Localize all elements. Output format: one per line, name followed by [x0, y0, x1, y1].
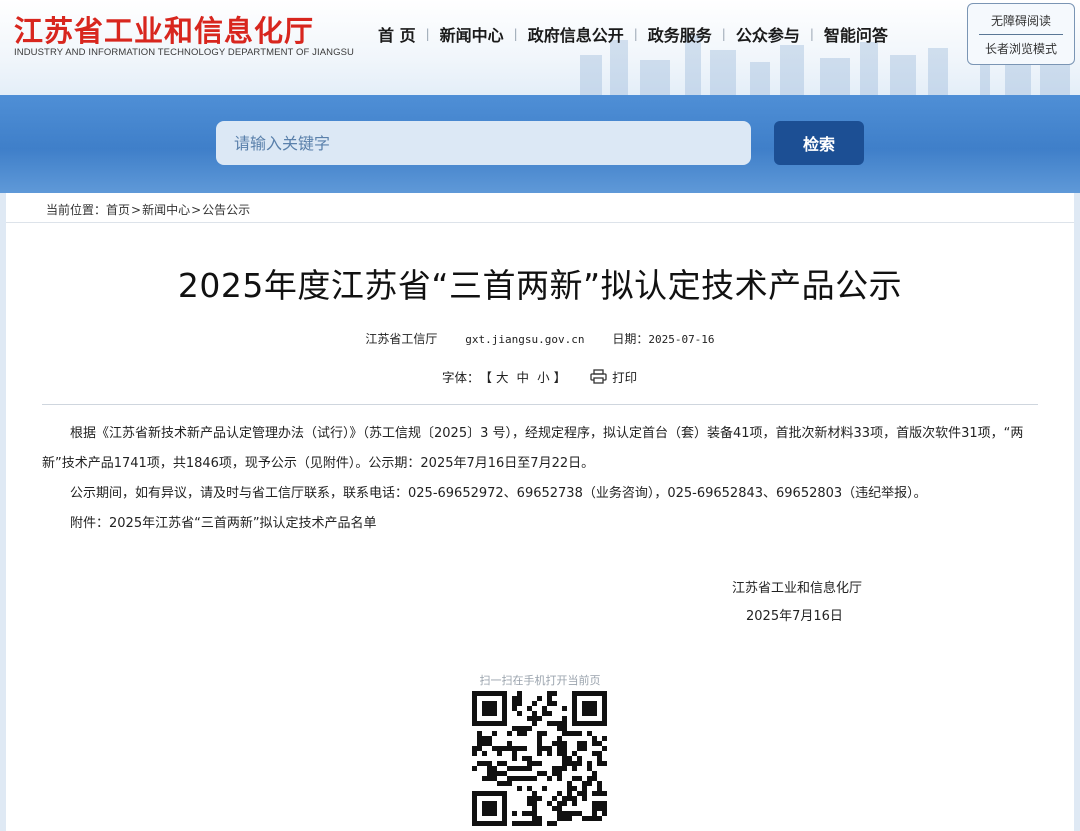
font-size-medium[interactable]: 中: [517, 367, 530, 386]
printer-icon: [590, 369, 607, 384]
breadcrumb-news-center[interactable]: 新闻中心: [142, 201, 190, 218]
qr-label: 扫一扫在手机打开当前页: [479, 674, 601, 687]
breadcrumb-label: 当前位置：: [46, 203, 107, 217]
meta-divider: [42, 404, 1038, 405]
font-size-bracket-open: 【: [479, 370, 493, 385]
font-size-controls: 字体： 【 大 中 小 】 打印: [442, 367, 637, 386]
article-paragraph: 公示期间，如有异议，请及时与省工信厅联系，联系电话：025-69652972、6…: [70, 486, 927, 501]
accessibility-divider: [979, 33, 1063, 35]
signature-date: 2025年7月16日: [746, 609, 843, 624]
nav-gov-services[interactable]: 政务服务: [638, 22, 722, 46]
barrier-free-reading-button[interactable]: 无障碍阅读: [991, 9, 1051, 32]
breadcrumb-home[interactable]: 首页: [106, 201, 130, 218]
search-input[interactable]: [216, 121, 751, 165]
article-source: 江苏省工信厅: [365, 332, 438, 346]
article-site: gxt.jiangsu.gov.cn: [465, 333, 585, 346]
breadcrumb-divider: [6, 222, 1074, 223]
nav-gov-info[interactable]: 政府信息公开: [518, 22, 634, 46]
font-size-small[interactable]: 小: [537, 367, 550, 386]
nav-home[interactable]: 首 页: [368, 22, 426, 46]
accessibility-panel: 无障碍阅读 长者浏览模式: [967, 3, 1075, 65]
breadcrumb: 当前位置： 首页 > 新闻中心 > 公告公示: [46, 201, 250, 218]
nav-news-center[interactable]: 新闻中心: [430, 22, 514, 46]
nav-smart-qa[interactable]: 智能问答: [814, 22, 898, 46]
breadcrumb-separator: >: [191, 202, 202, 217]
qr-code-icon: [472, 691, 607, 826]
article-panel: 当前位置： 首页 > 新闻中心 > 公告公示 2025年度江苏省“三首两新”拟认…: [6, 193, 1074, 831]
breadcrumb-separator: >: [131, 202, 142, 217]
breadcrumb-announcements[interactable]: 公告公示: [202, 201, 250, 218]
article-attachment-link[interactable]: 附件：2025年江苏省“三首两新”拟认定技术产品名单: [42, 509, 1042, 539]
article-body: 根据《江苏省新技术新产品认定管理办法（试行）》（苏工信规〔2025〕3 号），经…: [42, 419, 1042, 539]
site-logo-cn[interactable]: 江苏省工业和信息化厅: [14, 8, 314, 50]
signature-org: 江苏省工业和信息化厅: [732, 581, 863, 596]
article-paragraph: 根据《江苏省新技术新产品认定管理办法（试行）》（苏工信规〔2025〕3 号），经…: [42, 426, 1024, 471]
site-header: 江苏省工业和信息化厅 INDUSTRY AND INFORMATION TECH…: [0, 0, 1080, 95]
font-size-bracket-close: 】: [553, 370, 567, 385]
search-button[interactable]: 检索: [774, 121, 864, 165]
nav-public-participation[interactable]: 公众参与: [726, 22, 810, 46]
font-size-label: 字体：: [442, 370, 480, 385]
print-button[interactable]: 打印: [590, 367, 637, 386]
article-title: 2025年度江苏省“三首两新”拟认定技术产品公示: [177, 266, 903, 305]
article-date: 2025-07-16: [648, 333, 715, 346]
site-logo-en: INDUSTRY AND INFORMATION TECHNOLOGY DEPA…: [14, 47, 355, 58]
main-nav: 首 页 | 新闻中心 | 政府信息公开 | 政务服务 | 公众参与 | 智能问答: [368, 22, 898, 46]
font-size-large[interactable]: 大: [496, 367, 509, 386]
print-label: 打印: [612, 370, 638, 385]
article-date-label: 日期：: [612, 332, 649, 346]
article-date-wrap: 日期：2025-07-16: [612, 332, 714, 346]
article-meta: 江苏省工信厅 gxt.jiangsu.gov.cn 日期：2025-07-16: [6, 330, 1074, 347]
search-band: 检索: [0, 95, 1080, 193]
elderly-mode-button[interactable]: 长者浏览模式: [985, 37, 1057, 60]
